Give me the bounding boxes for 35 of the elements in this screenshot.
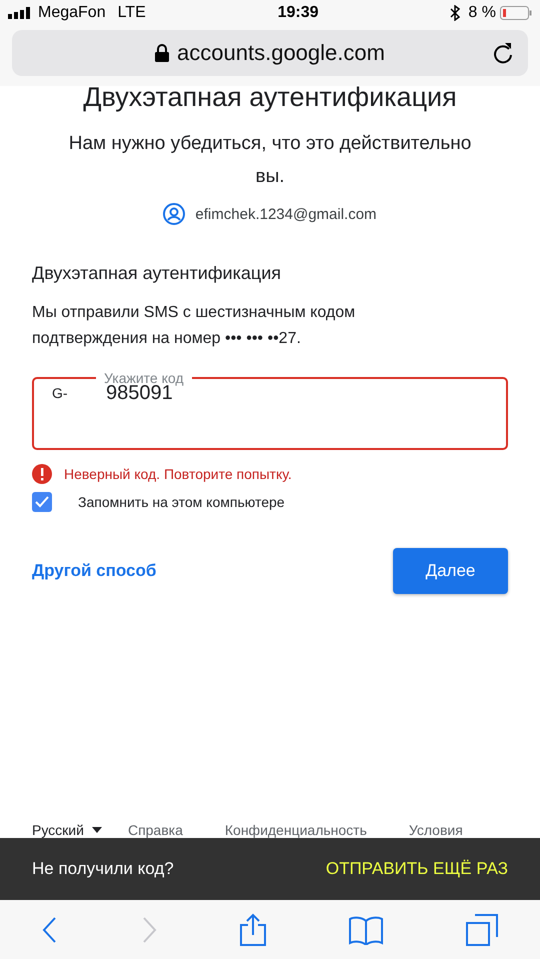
error-icon (32, 464, 52, 484)
tabs-icon[interactable] (465, 912, 500, 946)
lock-icon (155, 44, 170, 62)
footer-link[interactable]: Справка (128, 822, 183, 838)
carrier-name: MegaFon (38, 4, 106, 22)
next-button[interactable]: Далее (393, 548, 508, 594)
bluetooth-icon (450, 5, 460, 21)
field-label: Укажите код (103, 370, 185, 386)
battery-icon (500, 6, 532, 20)
share-icon[interactable] (238, 912, 267, 946)
battery-percent: 8 % (468, 4, 496, 22)
footer-link[interactable]: Условия (408, 822, 463, 838)
language-select[interactable]: Русский (32, 822, 102, 838)
sms-message: Мы отправили SMS с шестизначным кодом подтверждения на номер ••• ••• ••27. (32, 303, 356, 349)
section-title: Двухэтапная аутентификация (32, 263, 282, 284)
address-bar[interactable]: accounts.google.com (12, 30, 528, 76)
url-text: accounts.google.com (177, 40, 385, 66)
network-type: LTE (118, 4, 146, 22)
subtitle: Нам нужно убедиться, что это действительно вы. (68, 132, 472, 189)
checkbox-label: Запомнить на этом компьютере (78, 494, 285, 510)
account-icon (163, 203, 186, 225)
reload-icon[interactable] (492, 41, 514, 65)
page-title: Двухэтапная аутентификация (82, 82, 458, 113)
error-message: Неверный код. Повторите попытку. (64, 466, 292, 482)
caret-icon (92, 827, 102, 833)
snackbar-message: Не получили код? (32, 859, 174, 879)
book-icon[interactable] (348, 914, 384, 944)
account-email: efimchek.1234@gmail.com (195, 206, 377, 222)
remember-checkbox[interactable] (32, 492, 52, 512)
resend-button[interactable]: ОТПРАВИТЬ ЕЩЁ РАЗ (326, 859, 508, 879)
footer-link[interactable]: Конфиденциальность (224, 822, 367, 838)
code-field[interactable]: Укажите код G- 985091 (32, 370, 508, 450)
status-time: 19:39 (278, 4, 319, 22)
code-prefix: G- (52, 384, 69, 400)
other-way-link[interactable]: Другой способ (32, 561, 156, 581)
